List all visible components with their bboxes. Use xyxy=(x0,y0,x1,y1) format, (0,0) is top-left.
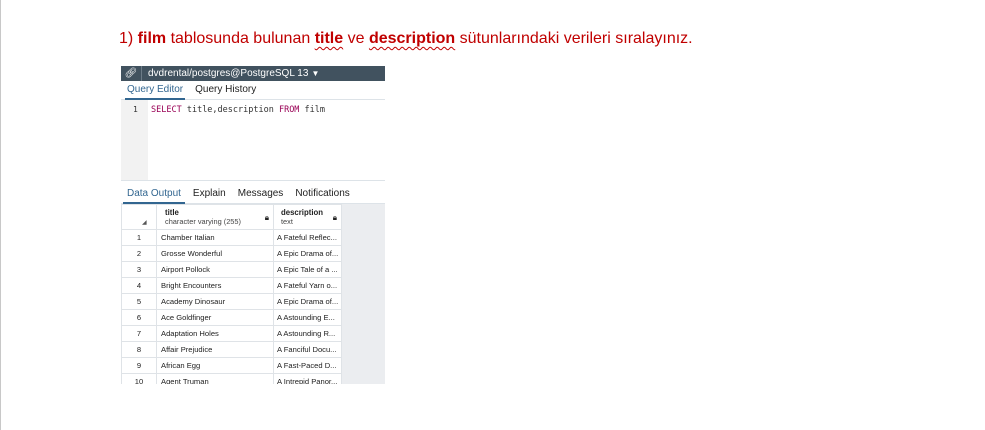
row-number[interactable]: 7 xyxy=(121,325,157,342)
cell-description[interactable]: A Epic Tale of a ... xyxy=(273,261,342,278)
instruction-suffix: sütunlarındaki verileri sıralayınız. xyxy=(455,30,693,47)
table-row[interactable]: 3 Airport Pollock A Epic Tale of a ... xyxy=(121,261,342,278)
cell-title[interactable]: Academy Dinosaur xyxy=(156,293,274,310)
row-number[interactable]: 9 xyxy=(121,357,157,374)
cell-description[interactable]: A Fateful Reflec... xyxy=(273,229,342,246)
pgadmin-screenshot: 🔗︎ dvdrental/postgres@PostgreSQL 13 ▼ Qu… xyxy=(121,66,385,384)
table-row[interactable]: 6 Ace Goldfinger A Astounding E... xyxy=(121,309,342,326)
cell-title[interactable]: Affair Prejudice xyxy=(156,341,274,358)
sql-editor[interactable]: 1 SELECT title,description FROM film xyxy=(121,100,385,181)
link-icon[interactable]: 🔗︎ xyxy=(121,66,142,81)
column-header-title[interactable]: title character varying (255) 🔒︎ xyxy=(156,204,274,230)
instruction-column-1: title xyxy=(314,30,344,47)
cell-title[interactable]: African Egg xyxy=(156,357,274,374)
instruction-column-2: description xyxy=(368,30,456,47)
column-header-description[interactable]: description text 🔒︎ xyxy=(273,204,342,230)
row-number-header: ◢ xyxy=(121,204,157,230)
result-grid-area: ◢ title character varying (255) 🔒︎ descr… xyxy=(121,204,385,384)
result-grid: ◢ title character varying (255) 🔒︎ descr… xyxy=(121,204,342,384)
table-row[interactable]: 7 Adaptation Holes A Astounding R... xyxy=(121,325,342,342)
cell-title[interactable]: Grosse Wonderful xyxy=(156,245,274,262)
table-row[interactable]: 8 Affair Prejudice A Fanciful Docu... xyxy=(121,341,342,358)
table-row[interactable]: 9 African Egg A Fast-Paced D... xyxy=(121,357,342,374)
row-number[interactable]: 5 xyxy=(121,293,157,310)
column-name: description xyxy=(281,208,324,217)
row-number[interactable]: 8 xyxy=(121,341,157,358)
sql-code-line[interactable]: SELECT title,description FROM film xyxy=(151,105,325,115)
cell-title[interactable]: Bright Encounters xyxy=(156,277,274,294)
editor-tabs: Query Editor Query History xyxy=(121,81,385,100)
grid-header-row: ◢ title character varying (255) 🔒︎ descr… xyxy=(121,204,342,230)
column-name: title xyxy=(165,208,179,217)
tab-query-history[interactable]: Query History xyxy=(189,81,262,99)
line-number: 1 xyxy=(133,105,138,114)
instruction-text: 1) film tablosunda bulunan title ve desc… xyxy=(119,30,693,48)
cell-description[interactable]: A Astounding E... xyxy=(273,309,342,326)
cell-title[interactable]: Agent Truman xyxy=(156,373,274,384)
cell-title[interactable]: Chamber Italian xyxy=(156,229,274,246)
column-type: character varying (255) xyxy=(165,217,241,226)
row-number[interactable]: 1 xyxy=(121,229,157,246)
instruction-prefix: 1) xyxy=(119,30,138,47)
grid-body: 1 Chamber Italian A Fateful Reflec... 2 Gros… xyxy=(121,229,342,384)
sql-columns: title,description xyxy=(181,105,279,115)
cell-title[interactable]: Airport Pollock xyxy=(156,261,274,278)
row-number[interactable]: 2 xyxy=(121,245,157,262)
sql-table: film xyxy=(299,105,326,115)
table-row[interactable]: 10 Agent Truman A Intrepid Panor... xyxy=(121,373,342,384)
output-tabs: Data Output Explain Messages Notificatio… xyxy=(121,184,385,204)
page-edge xyxy=(0,0,1,430)
connection-label[interactable]: dvdrental/postgres@PostgreSQL 13 xyxy=(142,68,308,79)
table-row[interactable]: 2 Grosse Wonderful A Epic Drama of... xyxy=(121,245,342,262)
cell-description[interactable]: A Astounding R... xyxy=(273,325,342,342)
cell-description[interactable]: A Epic Drama of... xyxy=(273,245,342,262)
instruction-table-name: film xyxy=(137,30,167,47)
chevron-down-icon[interactable]: ▼ xyxy=(311,69,319,78)
tab-query-editor[interactable]: Query Editor xyxy=(121,81,189,100)
column-type: text xyxy=(281,217,293,226)
sql-keyword-select: SELECT xyxy=(151,105,182,115)
instruction-middle-1: tablosunda bulunan xyxy=(166,30,315,47)
connection-bar: 🔗︎ dvdrental/postgres@PostgreSQL 13 ▼ xyxy=(121,66,385,81)
tab-messages[interactable]: Messages xyxy=(232,184,290,203)
sql-keyword-from: FROM xyxy=(278,105,300,115)
table-row[interactable]: 5 Academy Dinosaur A Epic Drama of... xyxy=(121,293,342,310)
tab-explain[interactable]: Explain xyxy=(187,184,232,203)
cell-description[interactable]: A Fanciful Docu... xyxy=(273,341,342,358)
row-number[interactable]: 4 xyxy=(121,277,157,294)
row-number[interactable]: 10 xyxy=(121,373,157,384)
lock-icon: 🔒︎ xyxy=(264,213,269,222)
cell-title[interactable]: Adaptation Holes xyxy=(156,325,274,342)
cell-title[interactable]: Ace Goldfinger xyxy=(156,309,274,326)
cell-description[interactable]: A Fast-Paced D... xyxy=(273,357,342,374)
cell-description[interactable]: A Epic Drama of... xyxy=(273,293,342,310)
lock-icon: 🔒︎ xyxy=(332,213,337,222)
tab-notifications[interactable]: Notifications xyxy=(289,184,355,203)
cell-description[interactable]: A Fateful Yarn o... xyxy=(273,277,342,294)
tab-data-output[interactable]: Data Output xyxy=(121,184,187,204)
table-row[interactable]: 4 Bright Encounters A Fateful Yarn o... xyxy=(121,277,342,294)
instruction-middle-2: ve xyxy=(343,30,369,47)
row-number[interactable]: 6 xyxy=(121,309,157,326)
resize-corner-icon: ◢ xyxy=(142,220,147,226)
table-row[interactable]: 1 Chamber Italian A Fateful Reflec... xyxy=(121,229,342,246)
row-number[interactable]: 3 xyxy=(121,261,157,278)
cell-description[interactable]: A Intrepid Panor... xyxy=(273,373,342,384)
